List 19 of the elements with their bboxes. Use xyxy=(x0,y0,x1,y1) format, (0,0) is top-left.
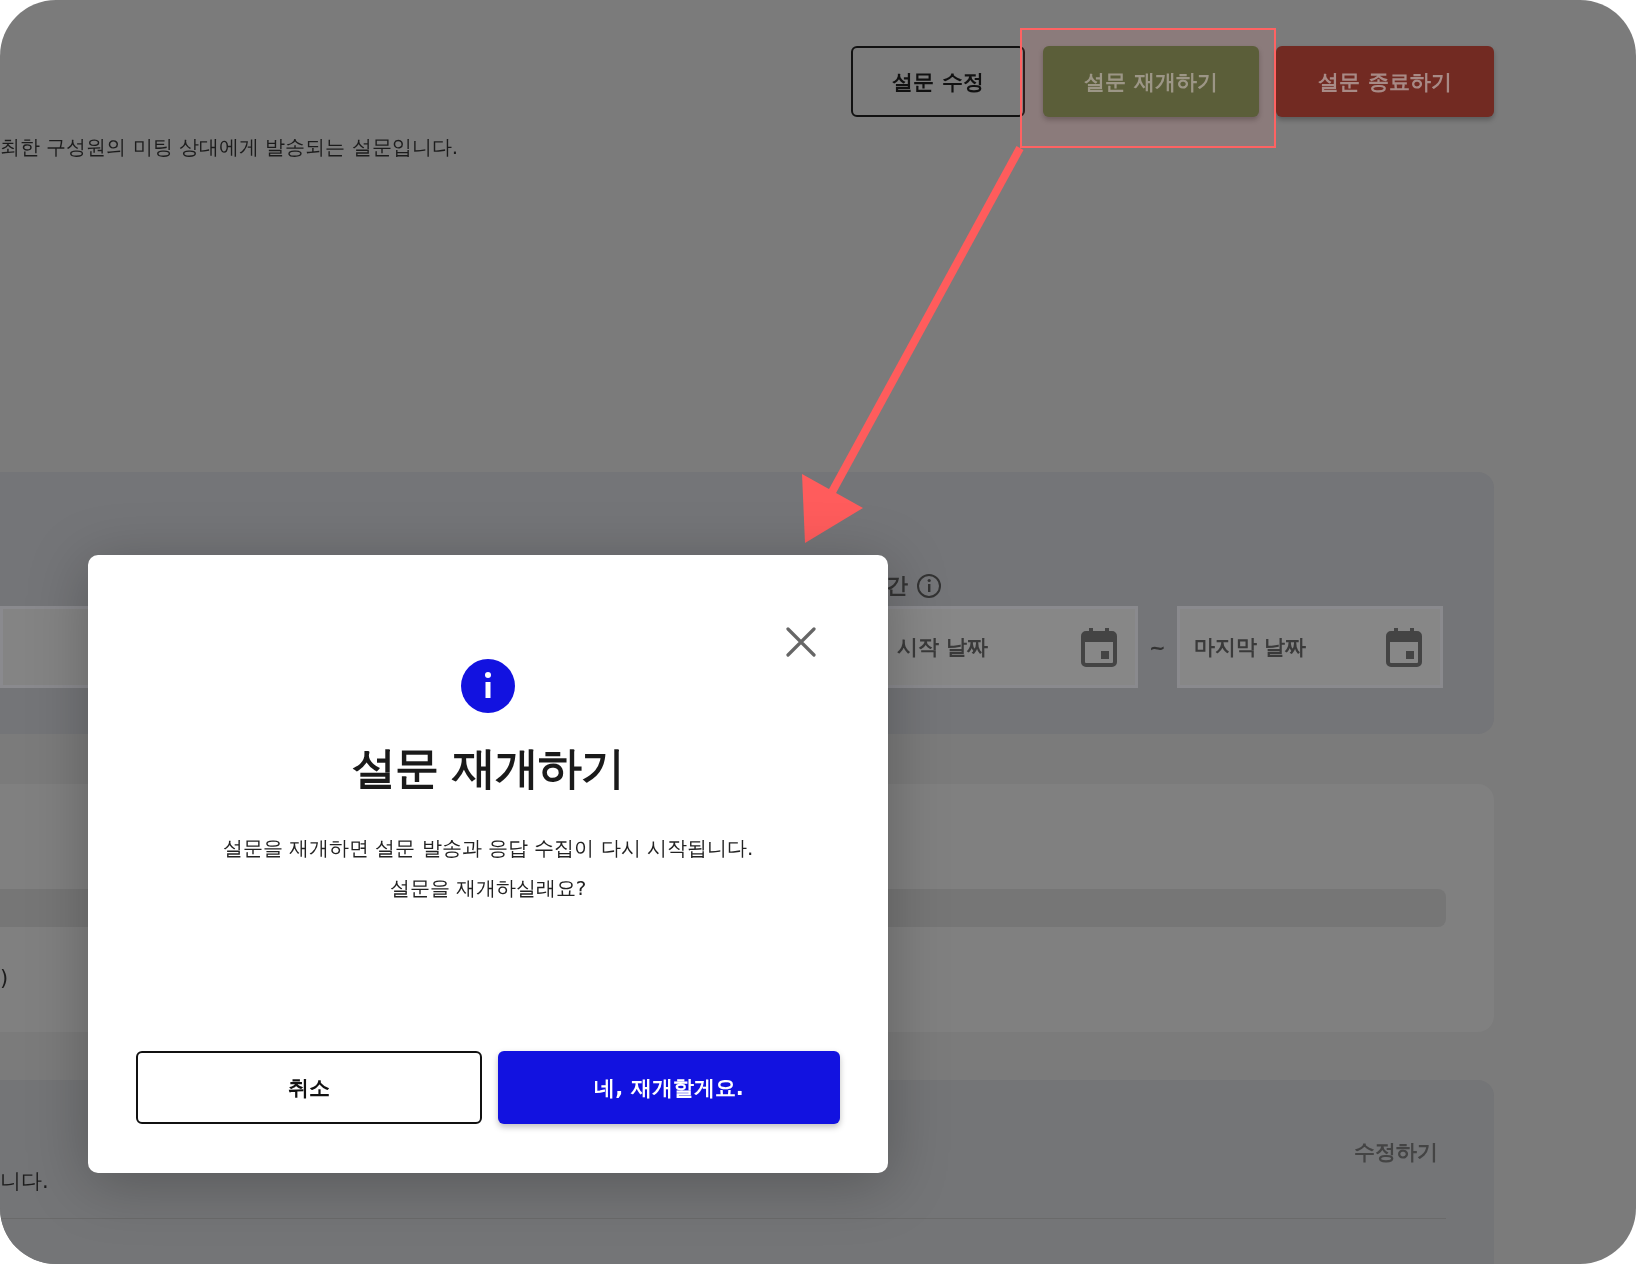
calendar-icon xyxy=(1081,627,1117,667)
end-survey-button[interactable]: 설문 종료하기 xyxy=(1276,46,1494,117)
info-icon xyxy=(461,659,515,713)
confirm-button[interactable]: 네, 재개할게요. xyxy=(498,1051,840,1124)
section-text: ) xyxy=(0,965,9,992)
close-icon[interactable] xyxy=(786,627,816,657)
resume-survey-button[interactable]: 설문 재개하기 xyxy=(1043,46,1259,117)
section-text: 니다. xyxy=(0,1168,49,1195)
dialog-message: 설문을 재개하실래요? xyxy=(389,875,587,902)
edit-survey-button[interactable]: 설문 수정 xyxy=(851,46,1025,117)
dialog-message: 설문을 재개하면 설문 발송과 응답 수집이 다시 시작됩니다. xyxy=(222,835,754,862)
survey-description: 최한 구성원의 미팅 상대에게 발송되는 설문입니다. xyxy=(0,135,459,159)
dialog-title: 설문 재개하기 xyxy=(351,741,625,795)
end-date-field[interactable]: 마지막 날짜 xyxy=(1177,606,1443,688)
period-label: 간 xyxy=(886,572,908,600)
info-icon xyxy=(916,573,942,599)
calendar-icon xyxy=(1386,627,1422,667)
cancel-button[interactable]: 취소 xyxy=(136,1051,482,1124)
date-separator: ~ xyxy=(1148,635,1167,659)
